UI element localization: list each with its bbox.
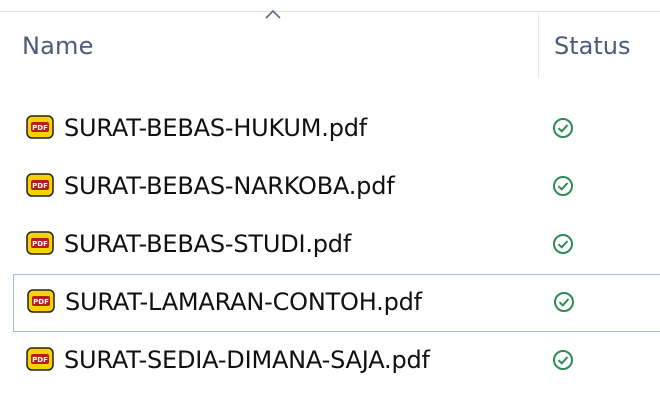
file-name: SURAT-SEDIA-DIMANA-SAJA.pdf [64, 346, 430, 374]
pdf-file-icon: PDF [26, 115, 54, 139]
file-row[interactable]: PDF SURAT-BEBAS-HUKUM.pdf [0, 100, 660, 158]
synced-check-icon [553, 234, 573, 254]
svg-text:PDF: PDF [32, 124, 48, 132]
file-row[interactable]: PDF SURAT-BEBAS-STUDI.pdf [0, 216, 660, 274]
synced-check-icon [553, 350, 573, 370]
column-divider[interactable] [538, 14, 539, 78]
svg-text:PDF: PDF [32, 182, 48, 190]
pdf-file-icon: PDF [26, 347, 54, 371]
svg-text:PDF: PDF [32, 240, 48, 248]
file-name: SURAT-LAMARAN-CONTOH.pdf [65, 288, 422, 316]
synced-check-icon [554, 292, 574, 312]
synced-check-icon [553, 118, 573, 138]
file-name: SURAT-BEBAS-HUKUM.pdf [64, 114, 368, 142]
top-strip [0, 0, 660, 12]
file-name: SURAT-BEBAS-STUDI.pdf [64, 230, 352, 258]
column-status-header[interactable]: Status [554, 32, 630, 60]
svg-text:PDF: PDF [33, 298, 49, 306]
pdf-file-icon: PDF [26, 231, 54, 255]
synced-check-icon [553, 176, 573, 196]
pdf-file-icon: PDF [26, 173, 54, 197]
svg-text:PDF: PDF [32, 356, 48, 364]
file-list: PDF SURAT-BEBAS-HUKUM.pdf PDF SURAT-BEBA… [0, 100, 660, 390]
pdf-file-icon: PDF [27, 289, 55, 313]
file-row[interactable]: PDF SURAT-SEDIA-DIMANA-SAJA.pdf [0, 332, 660, 390]
column-header: Name Status [0, 14, 660, 78]
file-row-focused[interactable]: PDF SURAT-LAMARAN-CONTOH.pdf [13, 274, 660, 332]
file-row[interactable]: PDF SURAT-BEBAS-NARKOBA.pdf [0, 158, 660, 216]
column-name-header[interactable]: Name [22, 32, 94, 60]
file-name: SURAT-BEBAS-NARKOBA.pdf [64, 172, 395, 200]
